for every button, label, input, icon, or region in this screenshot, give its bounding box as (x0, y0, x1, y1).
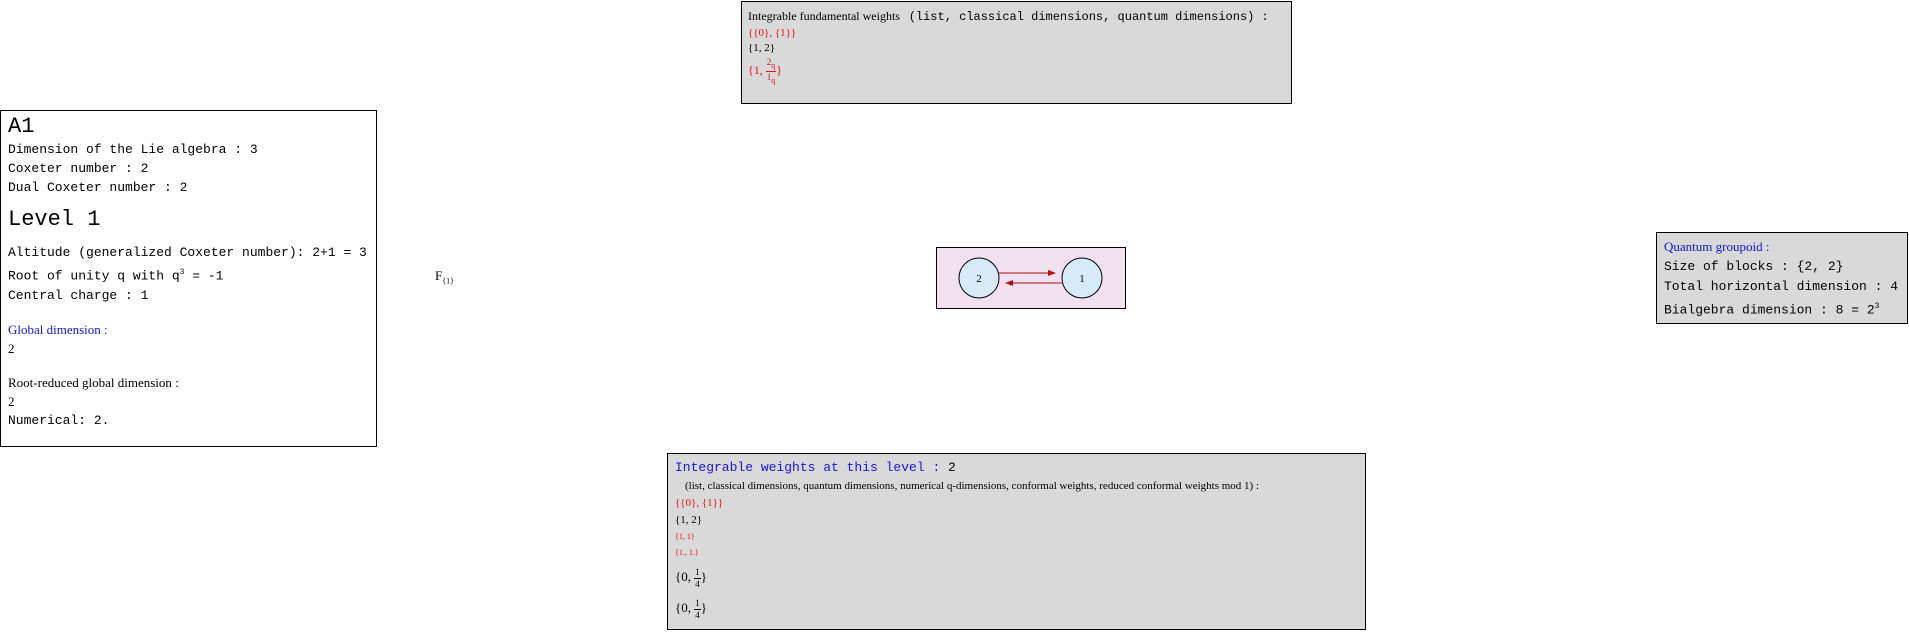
weights-reduced-conformal: {0, 1 4} (675, 597, 707, 620)
fundamental-quantum-dims: {1, 2q 1q} (748, 57, 783, 85)
graph-node-2-label: 2 (976, 273, 982, 285)
fusion-graph: 2 1 (936, 247, 1126, 309)
quantum-dim-fraction: 2q 1q (765, 57, 777, 85)
central-charge: Central charge : 1 (8, 288, 149, 304)
global-dimension-label: Global dimension : (8, 322, 108, 338)
f-label: F{1} (435, 268, 454, 286)
fusion-graph-svg: 2 1 (958, 257, 1103, 299)
lie-dimension: Dimension of the Lie algebra : 3 (8, 142, 258, 157)
graph-node-1-label: 1 (1079, 273, 1085, 285)
altitude: Altitude (generalized Coxeter number): 2… (8, 245, 367, 260)
weights-numerical-q-dims: {1., 1.} (675, 548, 699, 557)
fundamental-weights-list: {{0}, {1}} (748, 27, 797, 39)
weights-quantum-dims: {1, 1} (675, 532, 695, 541)
global-dimension-value: 2 (8, 341, 15, 357)
algebra-info-panel: A1 Dimension of the Lie algebra : 3 Coxe… (0, 110, 377, 447)
coxeter-number: Coxeter number : 2 (8, 161, 149, 176)
weights-subtitle: (list, classical dimensions, quantum dim… (685, 480, 1260, 492)
integrable-weights-panel: Integrable weights at this level : 2 (li… (667, 453, 1366, 630)
fundamental-classical-dims: {1, 2} (748, 42, 776, 54)
groupoid-title: Quantum groupoid : (1664, 239, 1770, 254)
numerical-value: Numerical: 2. (8, 413, 110, 429)
root-reduced-value: 2 (8, 394, 15, 410)
block-sizes: Size of blocks : {2, 2} (1664, 259, 1844, 274)
level-heading: Level 1 (8, 207, 101, 232)
root-of-unity: Root of unity q with q3 = -1 (8, 268, 224, 284)
weights-conformal: {0, 1 4} (675, 566, 707, 589)
weights-title: Integrable weights at this level : 2 (675, 460, 956, 475)
weights-list: {{0}, {1}} (675, 497, 724, 509)
total-horizontal-dimension: Total horizontal dimension : 4 (1664, 279, 1899, 294)
algebra-title: A1 (8, 114, 35, 139)
fundamental-weights-panel: Integrable fundamental weights (list, cl… (741, 1, 1292, 104)
dual-coxeter-number: Dual Coxeter number : 2 (8, 180, 188, 195)
quantum-groupoid-panel: Quantum groupoid : Size of blocks : {2, … (1656, 232, 1908, 324)
root-reduced-label: Root-reduced global dimension : (8, 375, 179, 391)
bialgebra-dimension: Bialgebra dimension : 8 = 23 (1664, 302, 1880, 318)
weights-classical-dims: {1, 2} (675, 514, 703, 526)
fundamental-weights-header: Integrable fundamental weights (list, cl… (748, 9, 1269, 24)
